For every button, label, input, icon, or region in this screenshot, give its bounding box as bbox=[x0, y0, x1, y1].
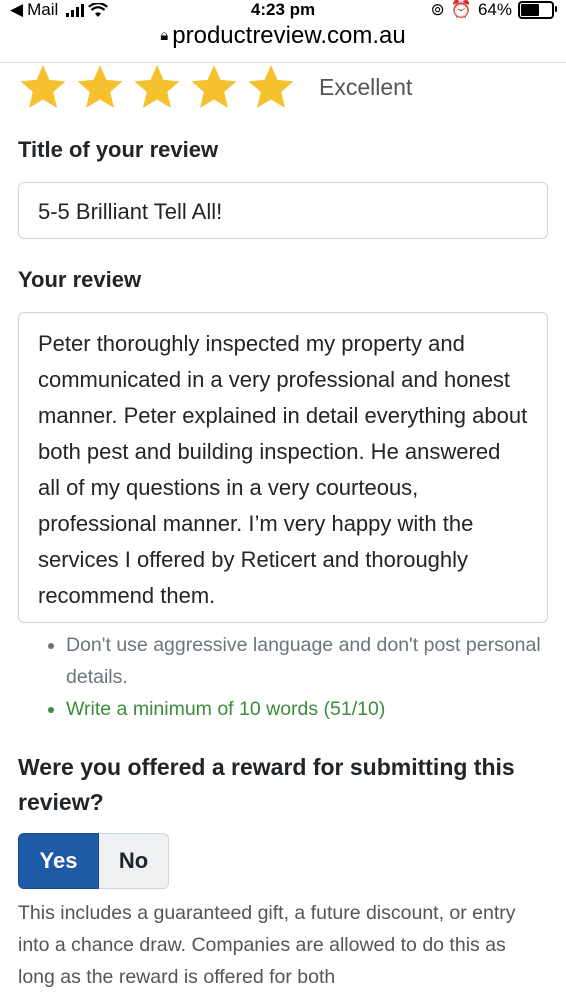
address-bar[interactable]: 🔒︎ productreview.com.au bbox=[0, 22, 566, 63]
star-icon[interactable] bbox=[189, 62, 239, 112]
title-label: Title of your review bbox=[18, 137, 219, 162]
lock-icon: 🔒︎ bbox=[160, 27, 169, 44]
star-rating: Excellent bbox=[18, 62, 412, 112]
reward-help-text: This includes a guaranteed gift, a futur… bbox=[18, 902, 516, 988]
star-icon[interactable] bbox=[132, 62, 182, 112]
rating-label: Excellent bbox=[319, 73, 413, 100]
review-label: Your review bbox=[18, 267, 142, 292]
alarm-icon: ⏰ bbox=[450, 0, 472, 19]
reward-toggle: Yes No bbox=[18, 833, 169, 889]
battery-icon bbox=[518, 1, 557, 19]
review-hints: Don't use aggressive language and don't … bbox=[40, 629, 566, 725]
url-text: productreview.com.au bbox=[172, 22, 406, 49]
star-icon[interactable] bbox=[246, 62, 296, 112]
orientation-lock-icon: ⊚ bbox=[430, 0, 445, 19]
reward-question: Were you offered a reward for submitting… bbox=[18, 754, 515, 815]
star-icon[interactable] bbox=[18, 62, 68, 112]
status-bar: ◀ Mail 4:23 pm ⊚ ⏰ 64% bbox=[0, 0, 566, 24]
yes-button[interactable]: Yes bbox=[18, 833, 99, 889]
review-textarea[interactable]: Peter thoroughly inspected my property a… bbox=[18, 312, 548, 623]
no-button[interactable]: No bbox=[99, 833, 169, 889]
star-icon[interactable] bbox=[75, 62, 125, 112]
review-title-input[interactable]: 5-5 Brilliant Tell All! bbox=[18, 182, 548, 239]
hint-word-count: Write a minimum of 10 words (51/10) bbox=[66, 693, 566, 725]
status-right: ⊚ ⏰ 64% bbox=[430, 0, 557, 20]
hint-language: Don't use aggressive language and don't … bbox=[66, 629, 566, 693]
stars-container bbox=[18, 62, 303, 112]
battery-percent: 64% bbox=[477, 0, 512, 19]
